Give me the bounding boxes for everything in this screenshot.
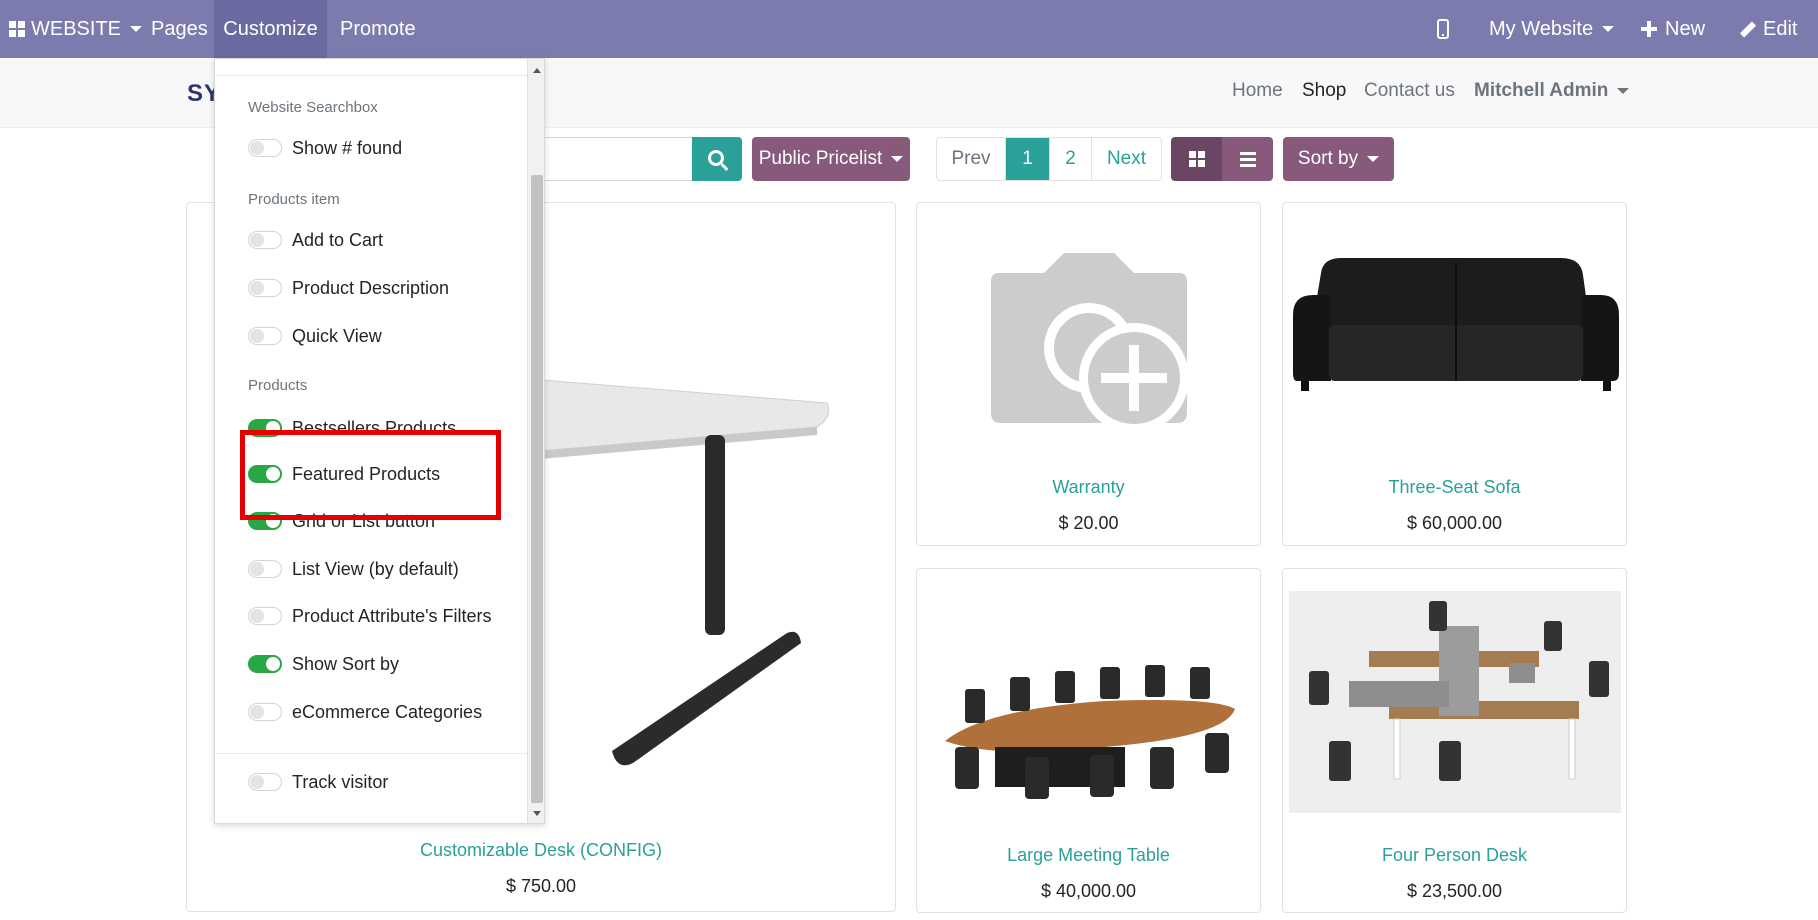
dropdown-divider: [215, 75, 527, 76]
edit-button[interactable]: Edit: [1739, 0, 1798, 58]
option-label: eCommerce Categories: [292, 701, 483, 722]
product-price: $ 40,000.00: [1040, 881, 1137, 901]
pager-prev[interactable]: Prev: [937, 138, 1005, 180]
nav-home[interactable]: Home: [1232, 80, 1283, 102]
edit-button-label: Edit: [1763, 17, 1798, 40]
sort-by-dropdown[interactable]: Sort by: [1283, 137, 1394, 181]
pricelist-label: Public Pricelist: [758, 148, 883, 169]
option-label: Product Attribute's Filters: [292, 605, 492, 626]
my-website-menu[interactable]: My Website: [1489, 0, 1615, 58]
scroll-down-icon[interactable]: [533, 811, 541, 816]
toggle-switch[interactable]: [248, 279, 282, 297]
camera-placeholder-icon: [991, 253, 1189, 433]
grid-list-toggle: [1171, 137, 1273, 181]
option-label: Show # found: [292, 137, 403, 158]
nav-shop[interactable]: Shop: [1302, 80, 1346, 102]
product-price: $ 60,000.00: [1406, 513, 1503, 533]
user-menu[interactable]: Mitchell Admin: [1474, 80, 1630, 102]
pager-page-2[interactable]: 2: [1049, 138, 1091, 180]
option-track-visitor[interactable]: Track visitor: [248, 768, 388, 796]
product-card[interactable]: Warranty $ 20.00: [916, 202, 1261, 546]
admin-topbar: WEBSITE Pages Customize Promote My Websi…: [0, 0, 1818, 58]
nav-contact[interactable]: Contact us: [1364, 80, 1455, 102]
mobile-preview-button[interactable]: [1437, 0, 1449, 58]
pager-next[interactable]: Next: [1091, 138, 1161, 180]
dropdown-divider: [215, 753, 527, 754]
section-header: Products: [248, 377, 308, 394]
user-name: Mitchell Admin: [1474, 80, 1609, 101]
product-search-input[interactable]: [520, 137, 692, 181]
search-icon: [707, 149, 724, 166]
option-label: Add to Cart: [292, 229, 384, 250]
option-show-sort-by[interactable]: Show Sort by: [248, 650, 399, 678]
option-label: List View (by default): [292, 558, 459, 579]
section-header: Products item: [248, 191, 340, 208]
product-name[interactable]: Three-Seat Sofa: [1283, 477, 1626, 498]
caret-down-icon: [1367, 156, 1380, 162]
product-name[interactable]: Four Person Desk: [1283, 845, 1626, 866]
toggle-switch[interactable]: [248, 703, 282, 721]
pager: Prev 1 2 Next: [936, 137, 1162, 181]
toggle-switch[interactable]: [248, 607, 282, 625]
caret-down-icon: [1602, 26, 1615, 32]
toggle-switch[interactable]: [248, 560, 282, 578]
search-button[interactable]: [692, 137, 742, 181]
scrollbar-thumb[interactable]: [531, 175, 543, 803]
product-card[interactable]: Large Meeting Table $ 40,000.00: [916, 568, 1261, 913]
product-price: $ 20.00: [1058, 513, 1119, 533]
sofa-image: [1293, 258, 1619, 391]
pencil-icon: [1739, 20, 1757, 38]
toggle-switch[interactable]: [248, 655, 282, 673]
pricelist-dropdown[interactable]: Public Pricelist: [752, 137, 910, 181]
grid-icon: [1188, 151, 1205, 167]
caret-down-icon: [1617, 88, 1630, 94]
option-ecommerce-categories[interactable]: eCommerce Categories: [248, 698, 482, 726]
product-name[interactable]: Warranty: [917, 477, 1260, 498]
promote-menu[interactable]: Promote: [340, 0, 416, 58]
caret-down-icon: [130, 26, 143, 32]
product-name[interactable]: Customizable Desk (CONFIG): [187, 840, 895, 861]
option-label: Product Description: [292, 277, 450, 298]
new-button-label: New: [1665, 17, 1706, 40]
scroll-up-icon[interactable]: [533, 68, 541, 73]
meeting-table-image: [945, 665, 1235, 799]
product-name[interactable]: Large Meeting Table: [917, 845, 1260, 866]
option-show-found[interactable]: Show # found: [248, 134, 402, 162]
list-view-button[interactable]: [1222, 137, 1273, 181]
option-quick-view[interactable]: Quick View: [248, 322, 382, 350]
toggle-switch[interactable]: [248, 773, 282, 791]
mobile-icon: [1437, 19, 1449, 39]
toggle-switch[interactable]: [248, 139, 282, 157]
customize-menu[interactable]: Customize: [214, 0, 327, 58]
dropdown-scrollbar[interactable]: [527, 59, 544, 823]
website-menu-label: WEBSITE: [31, 17, 122, 40]
section-header: Website Searchbox: [248, 99, 378, 116]
four-person-desk-image: [1289, 591, 1621, 813]
option-product-description[interactable]: Product Description: [248, 274, 449, 302]
apps-grid-icon: [9, 21, 25, 37]
pages-menu[interactable]: Pages: [151, 0, 208, 58]
list-icon: [1239, 151, 1256, 167]
option-attribute-filters[interactable]: Product Attribute's Filters: [248, 602, 492, 630]
option-label: Show Sort by: [292, 653, 400, 674]
option-label: Track visitor: [292, 771, 389, 792]
option-label: Quick View: [292, 325, 382, 346]
toggle-switch[interactable]: [248, 327, 282, 345]
my-website-label: My Website: [1489, 17, 1594, 40]
product-card[interactable]: Four Person Desk $ 23,500.00: [1282, 568, 1627, 913]
toggle-switch[interactable]: [248, 231, 282, 249]
highlight-annotation: [240, 430, 501, 520]
option-list-view-default[interactable]: List View (by default): [248, 555, 459, 583]
sort-by-label: Sort by: [1297, 148, 1359, 169]
grid-view-button[interactable]: [1171, 137, 1222, 181]
product-price: $ 23,500.00: [1406, 881, 1503, 901]
plus-icon: [1641, 21, 1657, 37]
website-menu[interactable]: WEBSITE: [9, 0, 143, 58]
product-price: $ 750.00: [505, 876, 577, 896]
option-add-to-cart[interactable]: Add to Cart: [248, 226, 383, 254]
new-button[interactable]: New: [1641, 0, 1705, 58]
pager-page-1[interactable]: 1: [1005, 138, 1049, 180]
caret-down-icon: [891, 156, 904, 162]
product-card[interactable]: Three-Seat Sofa $ 60,000.00: [1282, 202, 1627, 546]
